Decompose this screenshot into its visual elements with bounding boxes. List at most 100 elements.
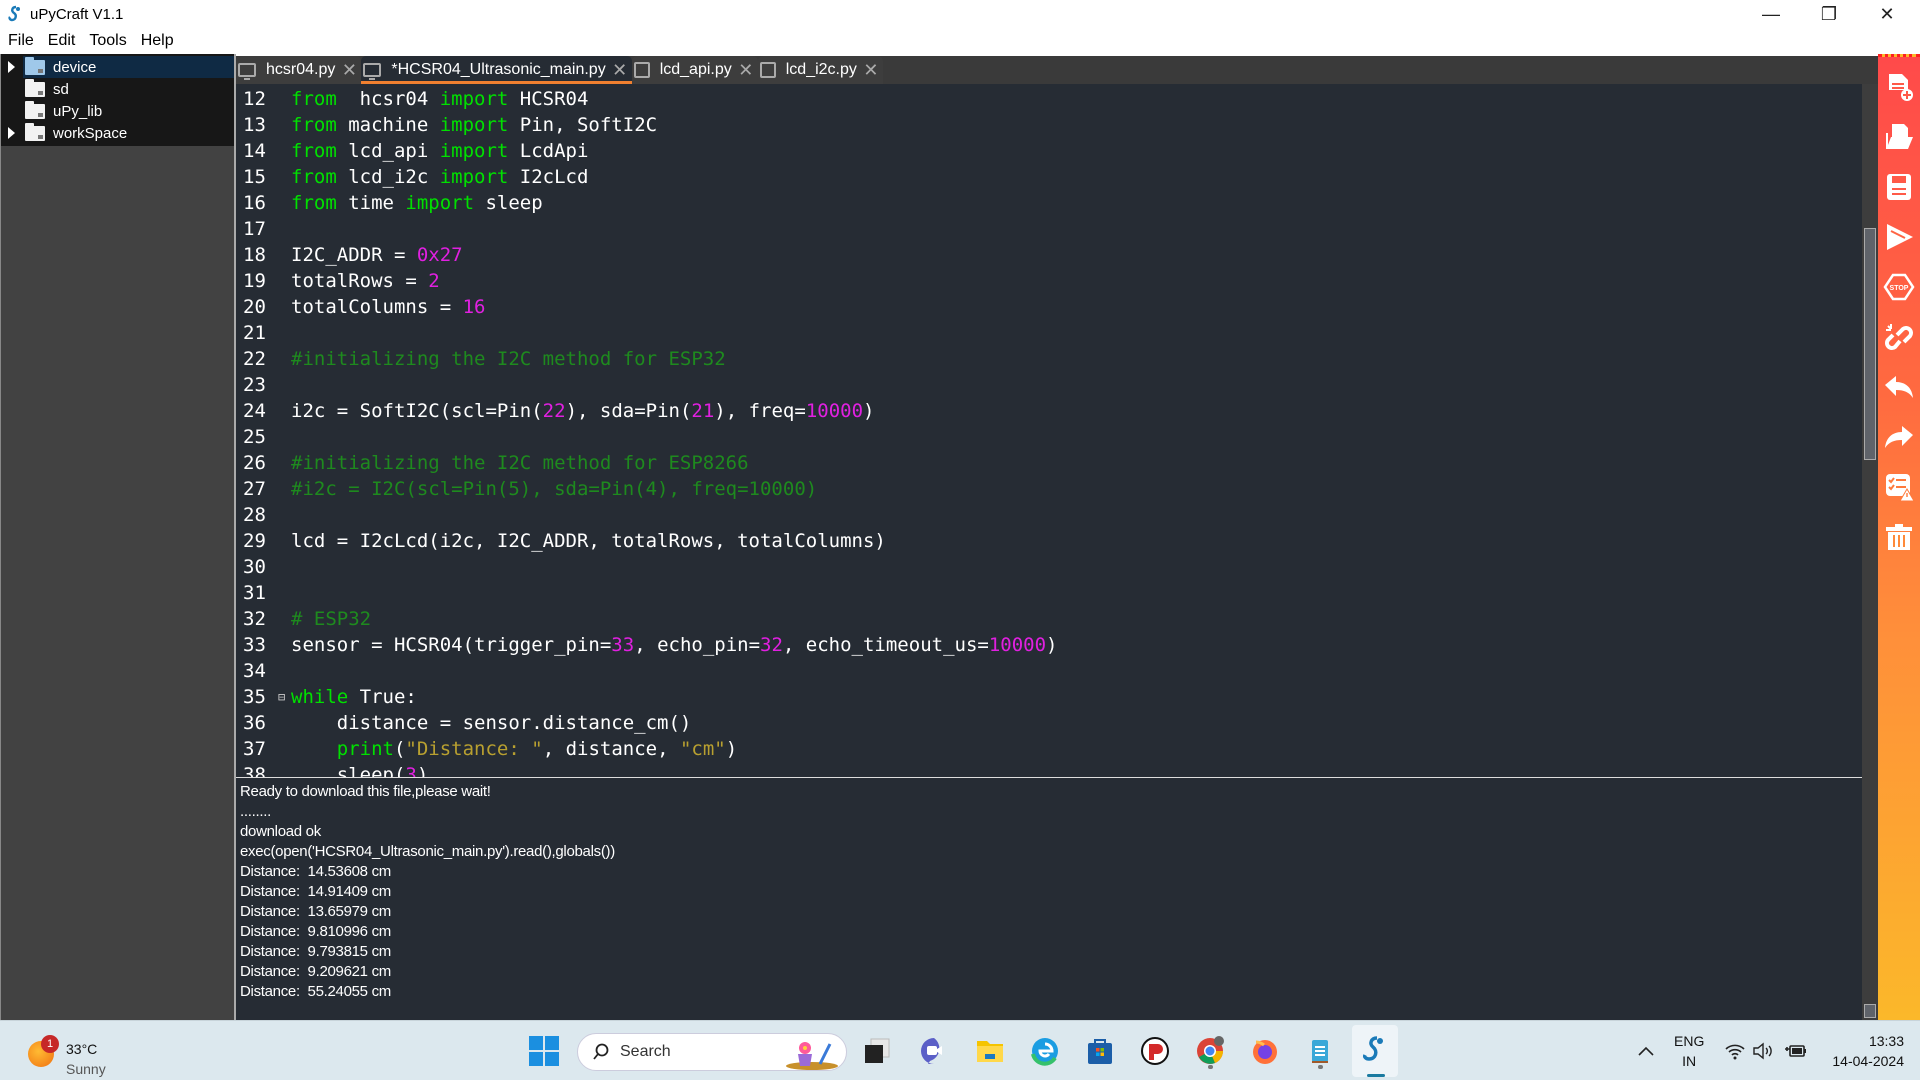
file-explorer-button[interactable] bbox=[970, 1031, 1010, 1071]
open-folder-icon bbox=[1886, 124, 1913, 149]
save-button[interactable] bbox=[1882, 165, 1916, 209]
language-indicator[interactable]: ENG IN bbox=[1674, 1031, 1704, 1071]
show-hidden-icons-button[interactable] bbox=[1626, 1031, 1666, 1071]
terminal-line: download ok bbox=[240, 823, 321, 840]
clear-button[interactable] bbox=[1882, 515, 1916, 559]
code-text: print("Distance: ", distance, "cm") bbox=[291, 736, 737, 762]
tab-hcsr04[interactable]: hcsr04.py ✕ bbox=[236, 56, 362, 84]
taskbar-search[interactable]: Search bbox=[577, 1033, 847, 1071]
chrome-button[interactable] bbox=[1190, 1031, 1230, 1071]
code-token: ), freq= bbox=[714, 400, 806, 422]
terminal-line: Distance: 9.810996 cm bbox=[240, 923, 391, 940]
menu-edit[interactable]: Edit bbox=[48, 32, 76, 50]
menu-help[interactable]: Help bbox=[141, 32, 174, 50]
start-button[interactable] bbox=[524, 1031, 564, 1071]
tree-item-workspace[interactable]: workSpace bbox=[1, 122, 234, 144]
clock-time: 13:33 bbox=[1868, 1033, 1904, 1049]
tree-item-sd[interactable]: sd bbox=[1, 78, 234, 100]
number-token: 22 bbox=[542, 400, 566, 422]
app-button-red[interactable] bbox=[1135, 1031, 1175, 1071]
folder-icon bbox=[25, 78, 45, 97]
keyword-token: import bbox=[439, 114, 509, 136]
chevron-up-icon bbox=[1638, 1046, 1654, 1056]
edge-button[interactable] bbox=[1025, 1031, 1065, 1071]
expand-arrow-icon[interactable] bbox=[8, 61, 15, 73]
tree-item-device[interactable]: device bbox=[8, 56, 234, 78]
keyword-token: from bbox=[291, 140, 337, 162]
maximize-button[interactable]: ❐ bbox=[1800, 0, 1858, 28]
tab-close-icon[interactable]: ✕ bbox=[341, 60, 357, 81]
code-token: ( bbox=[393, 738, 406, 760]
restore-icon: ❐ bbox=[1820, 3, 1838, 24]
tab-close-icon[interactable]: ✕ bbox=[738, 60, 754, 81]
trash-icon bbox=[1886, 524, 1912, 550]
connect-button[interactable] bbox=[1882, 315, 1916, 359]
close-button[interactable]: ✕ bbox=[1858, 0, 1916, 28]
code-token: ), sda=Pin( bbox=[565, 400, 692, 422]
teams-chat-button[interactable] bbox=[914, 1031, 954, 1071]
undo-button[interactable] bbox=[1882, 365, 1916, 409]
line-number: 16 bbox=[243, 192, 266, 214]
terminal-line: Distance: 13.65979 cm bbox=[240, 903, 391, 920]
flower-pot-icon bbox=[786, 1042, 838, 1070]
firefox-icon bbox=[1253, 1040, 1277, 1064]
code-token: HCSR04 bbox=[508, 88, 589, 110]
tab-close-icon[interactable]: ✕ bbox=[863, 60, 879, 81]
code-token: distance = sensor.distance_cm() bbox=[291, 712, 692, 734]
stop-button[interactable]: STOP bbox=[1882, 265, 1916, 309]
keyword-token: import bbox=[405, 192, 475, 214]
line-number: 23 bbox=[243, 374, 266, 396]
battery-button[interactable] bbox=[1776, 1031, 1816, 1071]
minimize-button[interactable]: — bbox=[1742, 0, 1800, 28]
code-token: sensor = HCSR04(trigger_pin= bbox=[291, 634, 612, 656]
syntax-check-button[interactable] bbox=[1882, 465, 1916, 509]
system-clock[interactable]: 13:33 14-04-2024 bbox=[1832, 1031, 1904, 1071]
firefox-button[interactable] bbox=[1245, 1031, 1285, 1071]
line-number: 32 bbox=[243, 608, 266, 630]
keyword-token: from bbox=[291, 88, 337, 110]
terminal-output[interactable]: Ready to download this file,please wait!… bbox=[236, 777, 1862, 1020]
notepad-button[interactable] bbox=[1300, 1031, 1340, 1071]
keyword-token: import bbox=[439, 88, 509, 110]
weather-widget[interactable]: 1 33°C Sunny bbox=[28, 1031, 188, 1077]
running-indicator bbox=[1318, 1065, 1323, 1069]
tree-item-label: device bbox=[53, 58, 97, 76]
search-label: Search bbox=[620, 1043, 671, 1060]
new-file-button[interactable] bbox=[1882, 65, 1916, 109]
editor-scrollbar-thumb[interactable] bbox=[1864, 228, 1876, 460]
code-token: sleep( bbox=[291, 764, 406, 777]
open-file-button[interactable] bbox=[1882, 115, 1916, 159]
tab-lcd-api[interactable]: lcd_api.py ✕ bbox=[631, 56, 758, 84]
menu-bar: File Edit Tools Help bbox=[0, 28, 1920, 54]
monitor-icon bbox=[363, 63, 382, 80]
code-text: from lcd_i2c import I2cLcd bbox=[291, 164, 588, 190]
broken-link-icon bbox=[1885, 324, 1913, 350]
upycraft-taskbar-button[interactable] bbox=[1352, 1025, 1398, 1077]
code-token: lcd_i2c bbox=[336, 166, 440, 188]
fold-toggle-icon[interactable]: ⊟ bbox=[278, 684, 285, 710]
code-editor[interactable]: 12 from hcsr04 import HCSR04 13 from machin… bbox=[236, 84, 1862, 777]
editor-scrollbar[interactable] bbox=[1862, 84, 1878, 777]
tab-close-icon[interactable]: ✕ bbox=[612, 60, 628, 81]
menu-file[interactable]: File bbox=[8, 32, 34, 50]
terminal-scrollbar[interactable] bbox=[1862, 777, 1878, 1020]
code-token: ) bbox=[1046, 634, 1058, 656]
run-button[interactable] bbox=[1882, 215, 1916, 259]
code-token: True: bbox=[348, 686, 417, 708]
keyword-token: import bbox=[439, 140, 509, 162]
tab-hcsr04-ultrasonic-main[interactable]: *HCSR04_Ultrasonic_main.py ✕ bbox=[361, 56, 632, 84]
store-button[interactable] bbox=[1080, 1031, 1120, 1071]
language-line1: ENG bbox=[1674, 1033, 1705, 1049]
stop-icon: STOP bbox=[1883, 273, 1915, 301]
menu-tools[interactable]: Tools bbox=[89, 32, 126, 50]
expand-arrow-icon[interactable] bbox=[8, 127, 15, 139]
tree-item-upy-lib[interactable]: uPy_lib bbox=[1, 100, 234, 122]
code-text: while True: bbox=[291, 684, 417, 710]
line-number: 24 bbox=[243, 400, 266, 422]
keyword-token: import bbox=[439, 166, 509, 188]
task-view-button[interactable] bbox=[857, 1031, 897, 1071]
terminal-scrollbar-thumb[interactable] bbox=[1864, 1004, 1876, 1018]
tab-lcd-i2c[interactable]: lcd_i2c.py ✕ bbox=[757, 56, 883, 84]
line-number: 14 bbox=[243, 140, 266, 162]
redo-button[interactable] bbox=[1882, 415, 1916, 459]
